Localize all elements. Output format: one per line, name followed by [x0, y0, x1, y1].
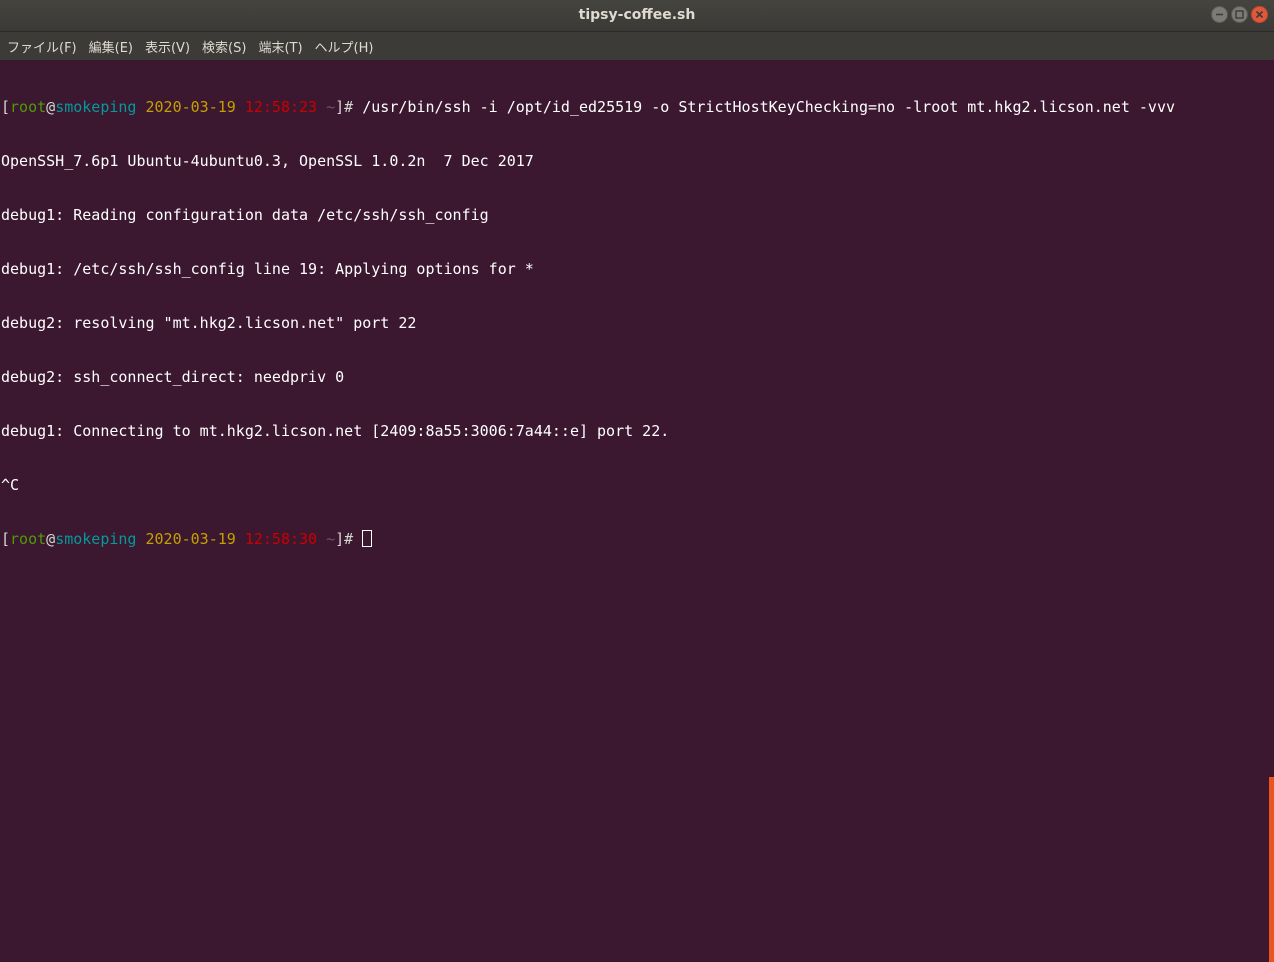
output-line: OpenSSH_7.6p1 Ubuntu-4ubuntu0.3, OpenSSL… [1, 152, 534, 170]
prompt-host: smokeping [55, 530, 137, 548]
prompt-dir: ~ [326, 98, 336, 116]
command-text: /usr/bin/ssh -i /opt/id_ed25519 -o Stric… [353, 98, 1176, 116]
menu-view[interactable]: 表示(V) [145, 37, 190, 56]
minimize-button[interactable] [1211, 6, 1228, 23]
output-line: debug2: ssh_connect_direct: needpriv 0 [1, 368, 345, 386]
prompt-time: 12:58:23 [244, 98, 318, 116]
maximize-button[interactable] [1231, 6, 1248, 23]
prompt-at: @ [46, 98, 56, 116]
output-line: ^C [1, 476, 20, 494]
prompt-bracket-close: ]# [335, 530, 354, 548]
output-line: debug2: resolving "mt.hkg2.licson.net" p… [1, 314, 417, 332]
prompt-user: root [10, 98, 47, 116]
window-controls [1211, 6, 1268, 23]
menu-terminal[interactable]: 端末(T) [258, 37, 302, 56]
text-cursor [362, 530, 373, 547]
prompt-date: 2020-03-19 [145, 530, 236, 548]
terminal-window: tipsy-coffee.sh ファイル(F) 編集(E) 表示(V) 検索(S… [0, 0, 1274, 962]
output-line: debug1: /etc/ssh/ssh_config line 19: App… [1, 260, 534, 278]
menu-bar: ファイル(F) 編集(E) 表示(V) 検索(S) 端末(T) ヘルプ(H) [0, 32, 1274, 60]
prompt-host: smokeping [55, 98, 137, 116]
prompt-line: [root@smokeping 2020-03-19 12:58:23 ~]# … [1, 98, 1267, 116]
terminal-output[interactable]: [root@smokeping 2020-03-19 12:58:23 ~]# … [1, 62, 1267, 962]
menu-help[interactable]: ヘルプ(H) [315, 37, 374, 56]
maximize-icon [1235, 10, 1244, 19]
menu-search[interactable]: 検索(S) [202, 37, 246, 56]
close-icon [1255, 10, 1264, 19]
output-line: debug1: Connecting to mt.hkg2.licson.net… [1, 422, 670, 440]
prompt-dir: ~ [326, 530, 336, 548]
menu-file[interactable]: ファイル(F) [7, 37, 77, 56]
minimize-icon [1216, 13, 1223, 16]
output-line: debug1: Reading configuration data /etc/… [1, 206, 489, 224]
prompt-bracket-open: [ [1, 530, 11, 548]
prompt-line: [root@smokeping 2020-03-19 12:58:30 ~]# [1, 530, 1267, 548]
prompt-bracket-open: [ [1, 98, 11, 116]
window-title: tipsy-coffee.sh [578, 7, 696, 23]
command-text [353, 530, 362, 548]
close-button[interactable] [1251, 6, 1268, 23]
title-bar[interactable]: tipsy-coffee.sh [0, 0, 1274, 32]
prompt-at: @ [46, 530, 56, 548]
menu-edit[interactable]: 編集(E) [89, 37, 133, 56]
prompt-bracket-close: ]# [335, 98, 354, 116]
prompt-user: root [10, 530, 47, 548]
prompt-date: 2020-03-19 [145, 98, 236, 116]
scrollbar-thumb[interactable] [1269, 777, 1274, 962]
prompt-time: 12:58:30 [244, 530, 318, 548]
